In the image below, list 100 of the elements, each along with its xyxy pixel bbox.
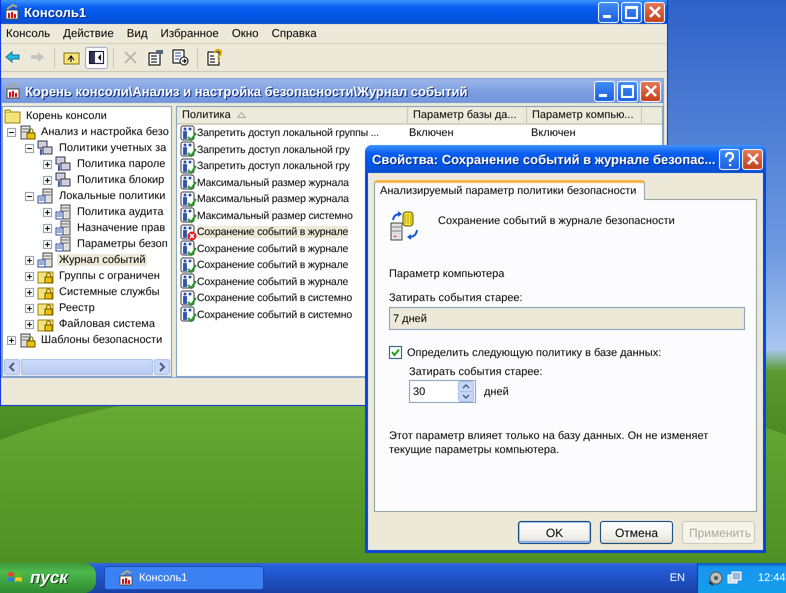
back-arrow-icon [4, 49, 21, 66]
computers-icon [55, 156, 72, 172]
expand-toggle[interactable] [25, 272, 34, 280]
minimize-button[interactable] [594, 80, 615, 102]
tree-item[interactable]: Политика блокир [75, 174, 166, 186]
tree-item[interactable]: Политика аудита [75, 206, 166, 218]
tree-item[interactable]: Назначение прав [75, 222, 168, 234]
tree-item[interactable]: Анализ и настройка безо [39, 126, 171, 138]
expand-toggle[interactable] [43, 224, 52, 232]
minimize-icon [602, 14, 610, 18]
language-indicator[interactable]: EN [670, 572, 685, 584]
expand-toggle[interactable] [25, 288, 34, 296]
section-label: Параметр компьютера [389, 268, 506, 280]
tab[interactable]: Анализируемый параметр политики безопасности [374, 180, 646, 200]
computer-setting-field[interactable]: 7 дней [389, 307, 745, 330]
dialog-title: Свойства: Сохранение событий в журнале безопас... [372, 152, 716, 166]
menu-item[interactable]: Избранное [156, 28, 227, 40]
tree-item[interactable]: Параметры безоп [75, 238, 170, 250]
scroll-left-icon[interactable] [4, 359, 20, 375]
tree-item[interactable]: Файловая система [57, 318, 157, 330]
field-label: Затирать события старее: [409, 366, 544, 378]
tree-item[interactable]: Политики учетных за [57, 142, 168, 154]
expand-toggle[interactable] [25, 256, 34, 264]
computer-document-icon [55, 204, 72, 220]
tree-item[interactable]: Корень консоли [24, 110, 109, 122]
close-button[interactable] [644, 2, 665, 22]
define-policy-checkbox[interactable]: Определить следующую политику в базе данных: [389, 346, 744, 359]
scroll-thumb[interactable] [21, 359, 153, 375]
cancel-button[interactable]: Отмена [600, 521, 673, 544]
window-title: Корень консоли\Анализ и настройка безопасности\Журнал событий [25, 84, 468, 98]
tree-item[interactable]: Локальные политики [57, 190, 168, 202]
export-list-icon [172, 49, 189, 66]
expand-toggle[interactable] [7, 336, 16, 344]
tree-item[interactable]: Системные службы [57, 286, 162, 298]
menu-item[interactable]: Консоль [1, 28, 58, 40]
policy-name[interactable]: Максимальный размер журнала [197, 176, 349, 189]
pane-toggle-button[interactable] [85, 46, 108, 68]
scroll-right-icon[interactable] [154, 359, 170, 375]
days-spinner[interactable]: 30 [409, 380, 476, 403]
network-icon[interactable] [727, 570, 743, 586]
menu-item[interactable]: Окно [226, 28, 267, 40]
policy-heading: Сохранение событий в журнале безопасности [438, 214, 675, 227]
minimize-button[interactable] [598, 2, 619, 22]
column-header[interactable]: Параметр базы да... [408, 107, 527, 123]
horizontal-scrollbar[interactable] [3, 359, 171, 376]
maximize-icon [625, 6, 638, 18]
spin-arrows-icon[interactable] [458, 381, 474, 402]
collapse-toggle[interactable] [25, 192, 34, 200]
computer-document-icon [37, 188, 54, 204]
expand-toggle[interactable] [43, 176, 52, 184]
column-title: Параметр компью... [532, 109, 634, 121]
maximize-button[interactable] [621, 2, 642, 22]
policy-name[interactable]: Сохранение событий в журнале [197, 259, 348, 272]
expand-toggle[interactable] [43, 160, 52, 168]
computer-document-icon [55, 220, 72, 236]
speaker-icon[interactable] [708, 570, 724, 586]
policy-name[interactable]: Сохранение событий в системно [197, 308, 352, 321]
tree-item[interactable]: Журнал событий [57, 254, 148, 266]
collapse-toggle[interactable] [25, 144, 34, 152]
tree-item[interactable]: Политика пароле [75, 158, 168, 170]
column-title: Параметр базы да... [413, 109, 517, 121]
tree-item[interactable]: Шаблоны безопасности [39, 334, 164, 346]
app-icon [6, 83, 21, 99]
tree-item[interactable]: Реестр [57, 302, 97, 314]
computer-document-icon [37, 252, 54, 268]
column-title: Политика [182, 109, 231, 121]
policy-name[interactable]: Сохранение событий в системно [197, 292, 352, 304]
policy-name[interactable]: Запретить доступ локальной гру [197, 144, 350, 156]
menu-item[interactable]: Вид [122, 28, 156, 40]
expand-toggle[interactable] [43, 208, 52, 216]
menu-item[interactable]: Справка [266, 28, 325, 40]
close-button[interactable] [742, 148, 764, 170]
column-header[interactable]: Параметр компью... [527, 107, 642, 123]
taskbar-button[interactable]: Консоль1 [104, 566, 264, 590]
unit-label: дней [484, 386, 509, 398]
policy-name[interactable]: Сохранение событий в журнале [197, 242, 348, 255]
table-cell: Включен [409, 127, 454, 140]
policy-name[interactable]: Запретить доступ локальной группы ... [197, 127, 379, 140]
locked-computer-icon [19, 124, 36, 140]
policy-name[interactable]: Сохранение событий в журнале [197, 276, 348, 288]
column-header[interactable]: Политика [177, 107, 408, 123]
table-cell: Включен [531, 127, 576, 140]
menu-item[interactable]: Действие [58, 28, 122, 40]
tree-item[interactable]: Группы с ограничен [57, 270, 162, 282]
database-sync-icon [389, 210, 421, 242]
folder-icon [4, 108, 21, 124]
help-icon [725, 152, 734, 166]
policy-name[interactable]: Запретить доступ локальной гру [197, 160, 350, 172]
expand-toggle[interactable] [43, 240, 52, 248]
ok-button[interactable]: OK [518, 521, 591, 544]
maximize-button[interactable] [617, 80, 638, 102]
maximize-icon [621, 84, 634, 98]
collapse-toggle[interactable] [7, 128, 16, 136]
close-button[interactable] [640, 80, 661, 102]
minimize-icon [598, 94, 606, 96]
expand-toggle[interactable] [25, 304, 34, 312]
policy-name[interactable]: Сохранение событий в журнале [197, 226, 348, 238]
policy-name[interactable]: Максимальный размер журнала [197, 193, 349, 206]
expand-toggle[interactable] [25, 320, 34, 328]
policy-name[interactable]: Максимальный размер системно [197, 210, 353, 222]
